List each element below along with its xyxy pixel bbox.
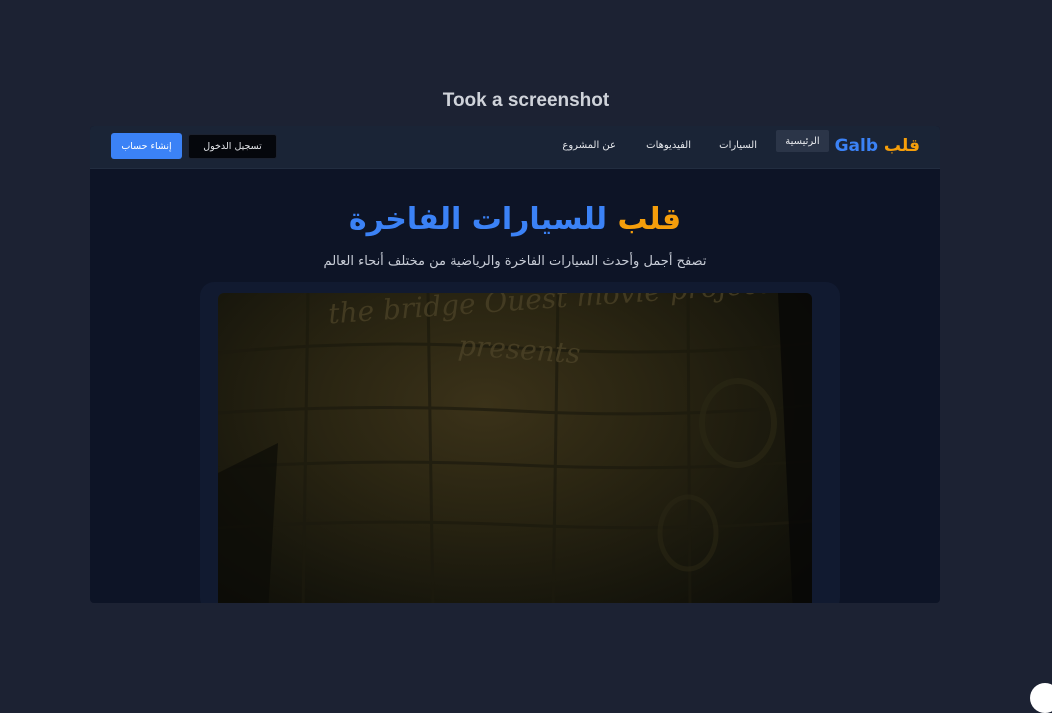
brand-logo[interactable]: Galb قلب — [835, 136, 920, 156]
screenshot-caption: Took a screenshot — [442, 90, 610, 111]
brand-name-en: Galb — [834, 136, 878, 156]
hero-title: قلب للسيارات الفاخرة — [90, 202, 940, 237]
signup-button[interactable]: إنشاء حساب — [111, 133, 182, 159]
browser-viewport: Galb قلب الرئيسية السيارات الفيديوهات عن… — [90, 126, 940, 603]
nav-link-cars[interactable]: السيارات — [719, 140, 757, 151]
hero-title-brand: قلب — [617, 202, 682, 237]
nav-link-about[interactable]: عن المشروع — [562, 140, 616, 151]
nav-link-home[interactable]: الرئيسية — [776, 130, 829, 152]
top-navbar: Galb قلب الرئيسية السيارات الفيديوهات عن… — [90, 126, 940, 169]
brand-name-ar: قلب — [883, 136, 920, 156]
hero-title-rest: للسيارات الفاخرة — [348, 202, 607, 237]
hero-subtitle: تصفح أجمل وأحدث السيارات الفاخرة والرياض… — [323, 254, 707, 269]
corner-indicator — [1030, 683, 1052, 713]
login-button[interactable]: تسجيل الدخول — [188, 134, 277, 159]
nav-link-videos[interactable]: الفيديوهات — [646, 140, 691, 151]
hero-video-player[interactable]: the bridge Ouest movie project presents — [218, 293, 812, 603]
